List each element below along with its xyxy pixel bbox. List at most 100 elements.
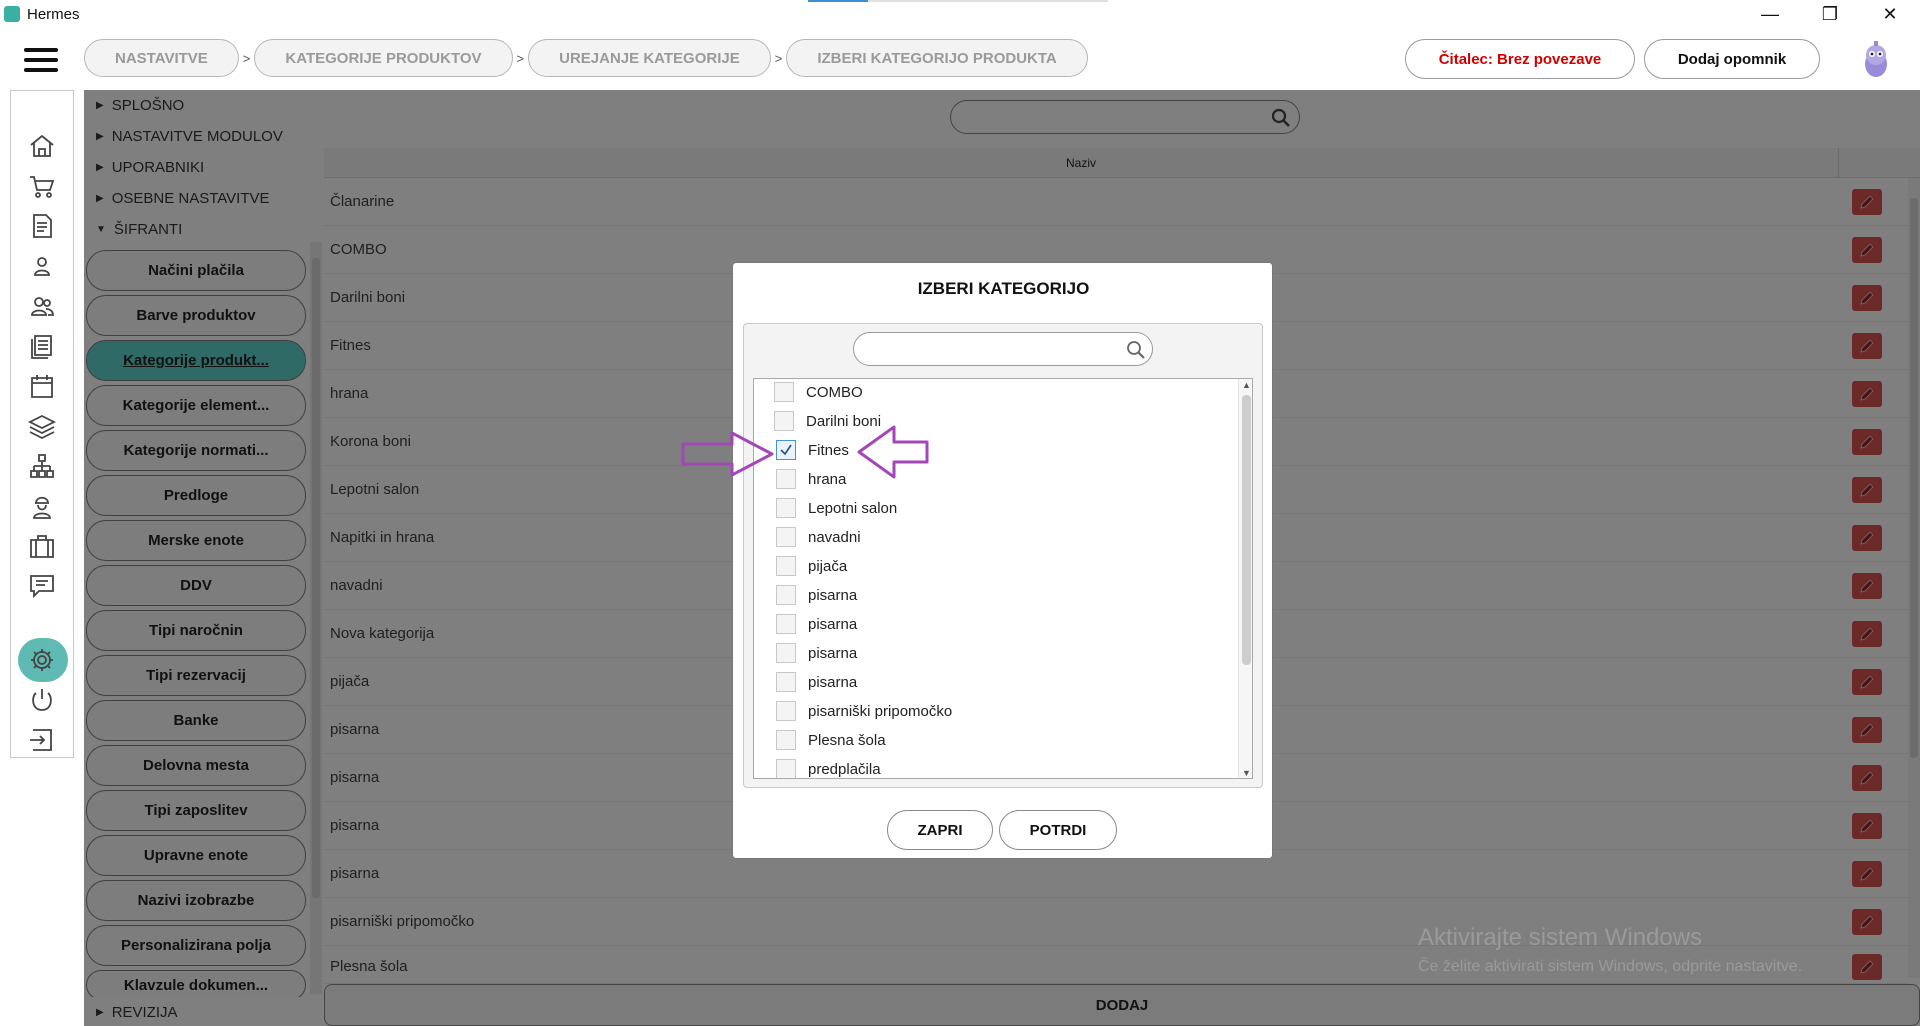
checkbox[interactable] [776,585,796,605]
edit-button[interactable] [1852,525,1882,551]
tree-section[interactable]: ▶ OSEBNE NASTAVITVE [84,183,324,213]
checklist-item[interactable]: pijača [776,552,847,580]
chat-icon[interactable] [25,571,59,601]
dialog-search-input[interactable] [853,332,1153,366]
edit-button[interactable] [1852,285,1882,311]
scroll-down-icon[interactable]: ▼ [1239,768,1252,778]
tree-scrollbar[interactable] [310,242,322,994]
table-scrollbar[interactable] [1908,178,1920,978]
checklist-item[interactable]: pisarniški pripomočko [776,697,952,725]
tree-item[interactable]: Barve produktov [86,295,306,336]
checkbox-checked[interactable] [776,440,796,460]
edit-button[interactable] [1852,477,1882,503]
maximize-button[interactable]: ❐ [1802,0,1858,28]
tree-section[interactable]: ▶ SPLOŠNO [84,90,324,120]
checkbox[interactable] [776,469,796,489]
breadcrumb-item[interactable]: UREJANJE KATEGORIJE [528,39,771,77]
tree-section[interactable]: ▶ UPORABNIKI [84,152,324,182]
worker-icon[interactable] [25,491,59,521]
tree-item-active[interactable]: Kategorije produkt... [86,340,306,381]
add-reminder-button[interactable]: Dodaj opomnik [1644,39,1820,79]
breadcrumb-item[interactable]: NASTAVITVE [84,39,239,77]
home-icon[interactable] [25,131,59,161]
add-button[interactable]: DODAJ [324,984,1920,1026]
checklist-item[interactable]: pisarna [776,581,857,609]
edit-button[interactable] [1852,381,1882,407]
tree-item[interactable]: Banke [86,700,306,741]
cart-icon[interactable] [25,171,59,201]
tree-item[interactable]: Tipi rezervacij [86,655,306,696]
confirm-button[interactable]: POTRDI [999,810,1117,850]
close-window-button[interactable]: ✕ [1862,0,1918,28]
checkbox[interactable] [774,411,794,431]
list-icon[interactable] [25,331,59,361]
checkbox[interactable] [776,701,796,721]
checkbox[interactable] [776,556,796,576]
tree-item[interactable]: Klavzule dokumen... [86,970,306,1000]
checklist-item[interactable]: Fitnes [776,436,849,464]
minimize-button[interactable]: — [1742,0,1798,28]
briefcase-icon[interactable] [25,531,59,561]
close-button[interactable]: ZAPRI [887,810,993,850]
tree-item[interactable]: Nazivi izobrazbe [86,880,306,921]
table-row[interactable]: Članarine [324,178,1908,226]
tree-item[interactable]: Predloge [86,475,306,516]
edit-button[interactable] [1852,909,1882,935]
edit-button[interactable] [1852,237,1882,263]
checkbox[interactable] [774,382,794,402]
tree-item[interactable]: Upravne enote [86,835,306,876]
breadcrumb-item[interactable]: KATEGORIJE PRODUKTOV [254,39,513,77]
checkbox[interactable] [776,614,796,634]
edit-button[interactable] [1852,333,1882,359]
tree-item[interactable]: Merske enote [86,520,306,561]
edit-button[interactable] [1852,669,1882,695]
calendar-icon[interactable] [25,371,59,401]
edit-button[interactable] [1852,861,1882,887]
checkbox[interactable] [776,759,796,778]
tree-item[interactable]: Delovna mesta [86,745,306,786]
scrollbar-thumb[interactable] [1242,395,1251,665]
column-header-name[interactable]: Naziv [324,156,1838,170]
tree-item[interactable]: DDV [86,565,306,606]
tree-item[interactable]: Kategorije normati... [86,430,306,471]
power-icon[interactable] [25,685,59,715]
edit-button[interactable] [1852,429,1882,455]
checklist-item[interactable]: pisarna [776,668,857,696]
checklist-item[interactable]: pisarna [776,639,857,667]
edit-button[interactable] [1852,717,1882,743]
hamburger-menu-icon[interactable] [24,48,58,72]
hierarchy-icon[interactable] [25,451,59,481]
checkbox[interactable] [776,643,796,663]
edit-button[interactable] [1852,189,1882,215]
checkbox[interactable] [776,498,796,518]
tree-section[interactable]: ▶ REVIZIJA [84,997,324,1026]
gear-icon[interactable] [25,645,59,675]
checklist-item[interactable]: Lepotni salon [776,494,897,522]
scroll-up-icon[interactable]: ▲ [1239,380,1252,390]
checklist-scrollbar[interactable]: ▲ ▼ [1238,379,1252,778]
edit-button[interactable] [1852,573,1882,599]
people-icon[interactable] [25,291,59,321]
logout-icon[interactable] [25,725,59,755]
checkbox[interactable] [776,730,796,750]
search-input[interactable] [950,100,1300,134]
tree-section[interactable]: ▶ NASTAVITVE MODULOV [84,121,324,151]
checklist-item[interactable]: hrana [776,465,846,493]
layers-icon[interactable] [25,411,59,441]
checklist-item[interactable]: navadni [776,523,861,551]
edit-button[interactable] [1852,954,1882,980]
card-reader-status-button[interactable]: Čitalec: Brez povezave [1405,39,1635,79]
edit-button[interactable] [1852,765,1882,791]
tree-item[interactable]: Tipi zaposlitev [86,790,306,831]
checklist-item[interactable]: predplačila [776,755,881,778]
checklist-item[interactable]: COMBO [774,379,863,406]
person-icon[interactable] [25,251,59,281]
breadcrumb-item[interactable]: IZBERI KATEGORIJO PRODUKTA [786,39,1088,77]
document-icon[interactable] [25,211,59,241]
tree-item[interactable]: Načini plačila [86,250,306,291]
edit-button[interactable] [1852,813,1882,839]
edit-button[interactable] [1852,621,1882,647]
checklist-item[interactable]: Plesna šola [776,726,886,754]
avatar[interactable] [1858,40,1894,78]
tree-item[interactable]: Tipi naročnin [86,610,306,651]
